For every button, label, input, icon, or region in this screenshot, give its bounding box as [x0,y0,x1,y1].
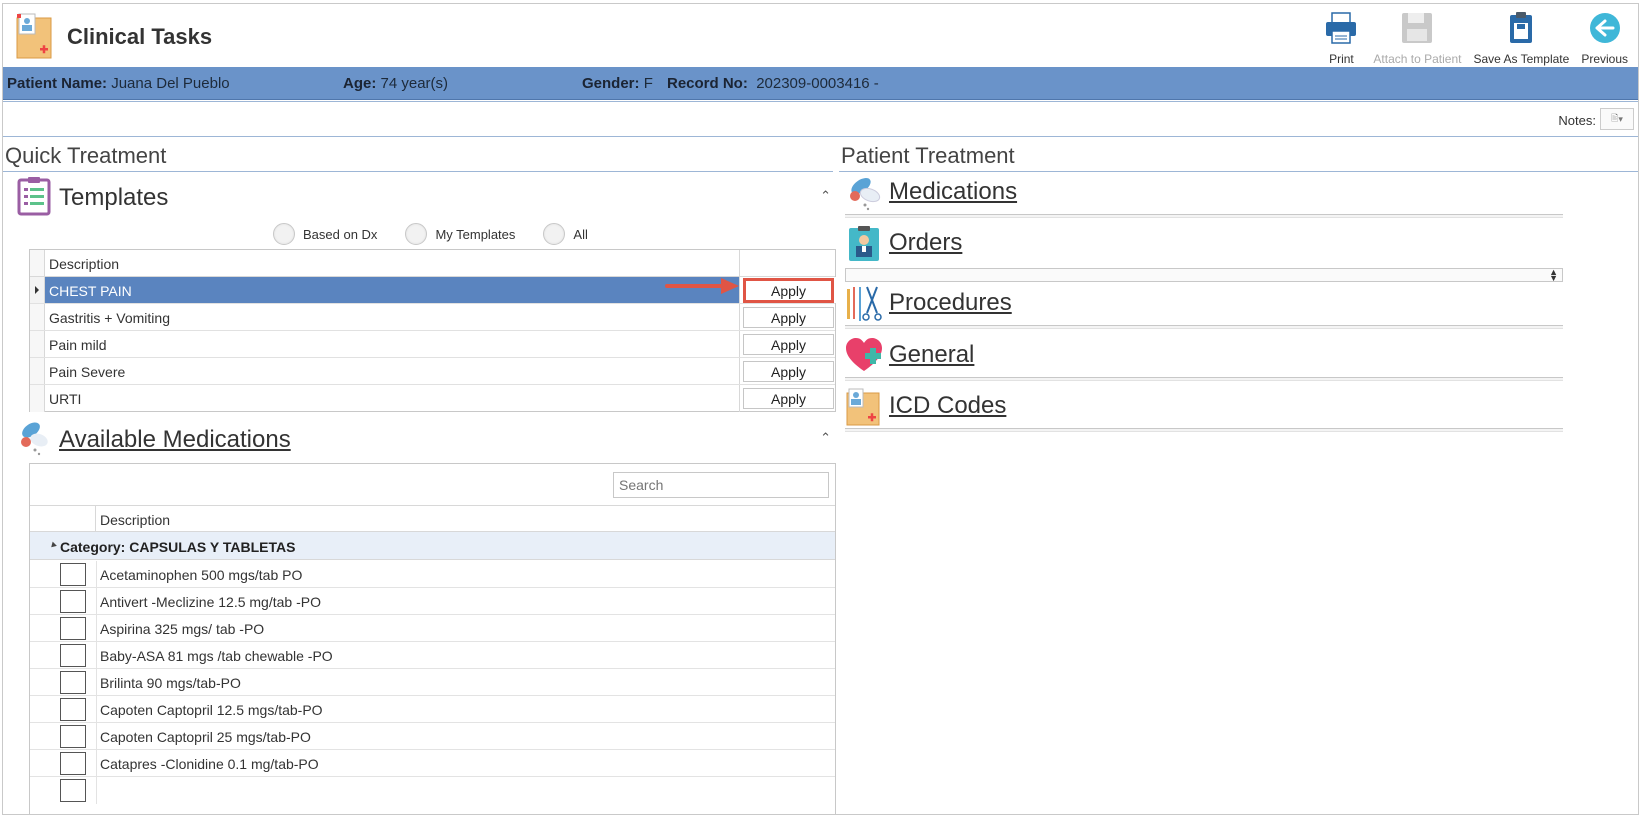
radio-all[interactable]: All [543,223,588,245]
medication-checkbox[interactable] [60,752,86,775]
row-indicator-icon [35,286,39,294]
annotation-red-arrow-icon [665,278,739,294]
templates-grid-header: Description [30,250,835,277]
clipboard-list-icon [17,177,51,216]
apply-button[interactable]: Apply [743,278,834,303]
previous-label: Previous [1581,52,1628,66]
medical-folder-icon [846,388,880,426]
patient-age: Age: 74 year(s) [343,75,449,92]
attach-to-patient-button[interactable]: Attach to Patient [1367,8,1467,66]
surgical-tools-icon [847,286,882,321]
apply-button[interactable]: Apply [743,388,834,409]
quick-treatment-divider [3,171,833,172]
pt-icd-codes-section: ICD Codes [845,388,1565,436]
patient-record-no: Record No: 202309-0003416 - [667,75,879,92]
procedures-link[interactable]: Procedures [889,289,1012,317]
general-link[interactable]: General [889,341,974,369]
table-row[interactable]: URTI Apply [30,385,835,412]
quick-treatment-title: Quick Treatment [5,143,167,168]
pt-orders-section: Orders [845,225,1565,267]
templates-section-header: Templates ⌃ [17,176,837,220]
clipboard-save-icon [1510,12,1533,43]
collapse-triangle-icon [49,541,57,550]
template-filter-radios: Based on Dx My Templates All [273,223,588,245]
list-item[interactable]: Capoten Captopril 12.5 mgs/tab-PO [30,696,835,723]
medications-grid-header: Description [30,505,835,532]
list-item[interactable]: Brilinta 90 mgs/tab-PO [30,669,835,696]
header: Clinical Tasks Print Attach to Patient S… [3,4,1638,67]
patient-info-bar: Patient Name: Juana Del Pueblo Age: 74 y… [3,67,1638,100]
save-as-template-button[interactable]: Save As Template [1467,8,1575,66]
doctor-clipboard-icon [849,226,879,261]
available-medications-link[interactable]: Available Medications [59,426,291,454]
print-button[interactable]: Print [1315,8,1367,66]
medications-grid: Description Category: CAPSULAS Y TABLETA… [29,463,836,814]
table-row[interactable]: Pain Severe Apply [30,358,835,385]
heart-plus-icon [846,338,882,371]
radio-my-templates[interactable]: My Templates [405,223,515,245]
medication-checkbox[interactable] [60,725,86,748]
templates-grid: Description CHEST PAIN Apply Gastritis +… [29,249,836,412]
previous-button[interactable]: Previous [1575,8,1634,66]
templates-description-header: Description [49,256,120,272]
patient-name: Patient Name: Juana Del Pueblo [7,75,230,92]
notes-row: Notes: 🖹 ▾ [3,101,1638,137]
page-title: Clinical Tasks [67,24,213,49]
orders-link[interactable]: Orders [889,229,962,257]
medication-checkbox[interactable] [60,617,86,640]
category-group-row[interactable]: Category: CAPSULAS Y TABLETAS [30,532,835,560]
medications-description-header: Description [100,512,171,528]
save-as-template-label: Save As Template [1473,52,1570,66]
printer-icon [1326,12,1357,44]
orders-dropdown[interactable]: ▲ ▼ [845,267,1563,283]
apply-button[interactable]: Apply [743,361,834,382]
pt-general-section: General [845,337,1565,385]
clinical-tasks-app-icon [16,13,52,59]
list-item[interactable]: Acetaminophen 500 mgs/tab PO [30,561,835,588]
patient-treatment-divider [839,171,1638,172]
medication-checkbox[interactable] [60,590,86,613]
print-label: Print [1329,52,1354,66]
collapse-medications-caret-icon[interactable]: ⌃ [820,430,831,446]
pt-medications-section: Medications [845,174,1565,222]
list-item[interactable]: Antivert -Meclizine 12.5 mg/tab -PO [30,588,835,615]
collapse-templates-caret-icon[interactable]: ⌃ [820,188,831,204]
list-item[interactable]: Aspirina 325 mgs/ tab -PO [30,615,835,642]
pills-icon [850,178,881,211]
medications-link[interactable]: Medications [889,178,1017,206]
list-item[interactable] [30,777,835,804]
notes-icon: 🖹 [1611,113,1619,123]
patient-gender: Gender: F [582,75,653,92]
arrow-left-icon [1589,13,1620,43]
available-medications-header: Available Medications ⌃ [17,418,837,462]
patient-treatment-title: Patient Treatment [841,143,1015,168]
spinner-arrows-icon: ▲ ▼ [1549,267,1558,283]
table-row[interactable]: Gastritis + Vomiting Apply [30,304,835,331]
medication-search-input[interactable] [613,472,829,498]
radio-based-on-dx[interactable]: Based on Dx [273,223,377,245]
table-row[interactable]: Pain mild Apply [30,331,835,358]
list-item[interactable]: Baby-ASA 81 mgs /tab chewable -PO [30,642,835,669]
medication-checkbox[interactable] [60,671,86,694]
attach-to-patient-label: Attach to Patient [1373,52,1462,66]
pt-procedures-section: Procedures [845,285,1565,333]
icd-codes-link[interactable]: ICD Codes [889,392,1006,420]
toolbar: Print Attach to Patient Save As Template… [1315,8,1634,66]
medication-checkbox[interactable] [60,698,86,721]
list-item[interactable]: Capoten Captopril 25 mgs/tab-PO [30,723,835,750]
clinical-tasks-window: Clinical Tasks Print Attach to Patient S… [2,3,1639,815]
floppy-disk-icon [1402,13,1433,43]
notes-dropdown-button[interactable]: 🖹 ▾ [1600,108,1634,130]
medication-checkbox[interactable] [60,779,86,802]
list-item[interactable]: Catapres -Clonidine 0.1 mg/tab-PO [30,750,835,777]
templates-title: Templates [59,184,169,211]
notes-label: Notes: [1558,113,1596,128]
medication-checkbox[interactable] [60,644,86,667]
medication-checkbox[interactable] [60,563,86,586]
pills-icon [21,422,48,456]
apply-button[interactable]: Apply [743,334,834,355]
apply-button[interactable]: Apply [743,307,834,328]
